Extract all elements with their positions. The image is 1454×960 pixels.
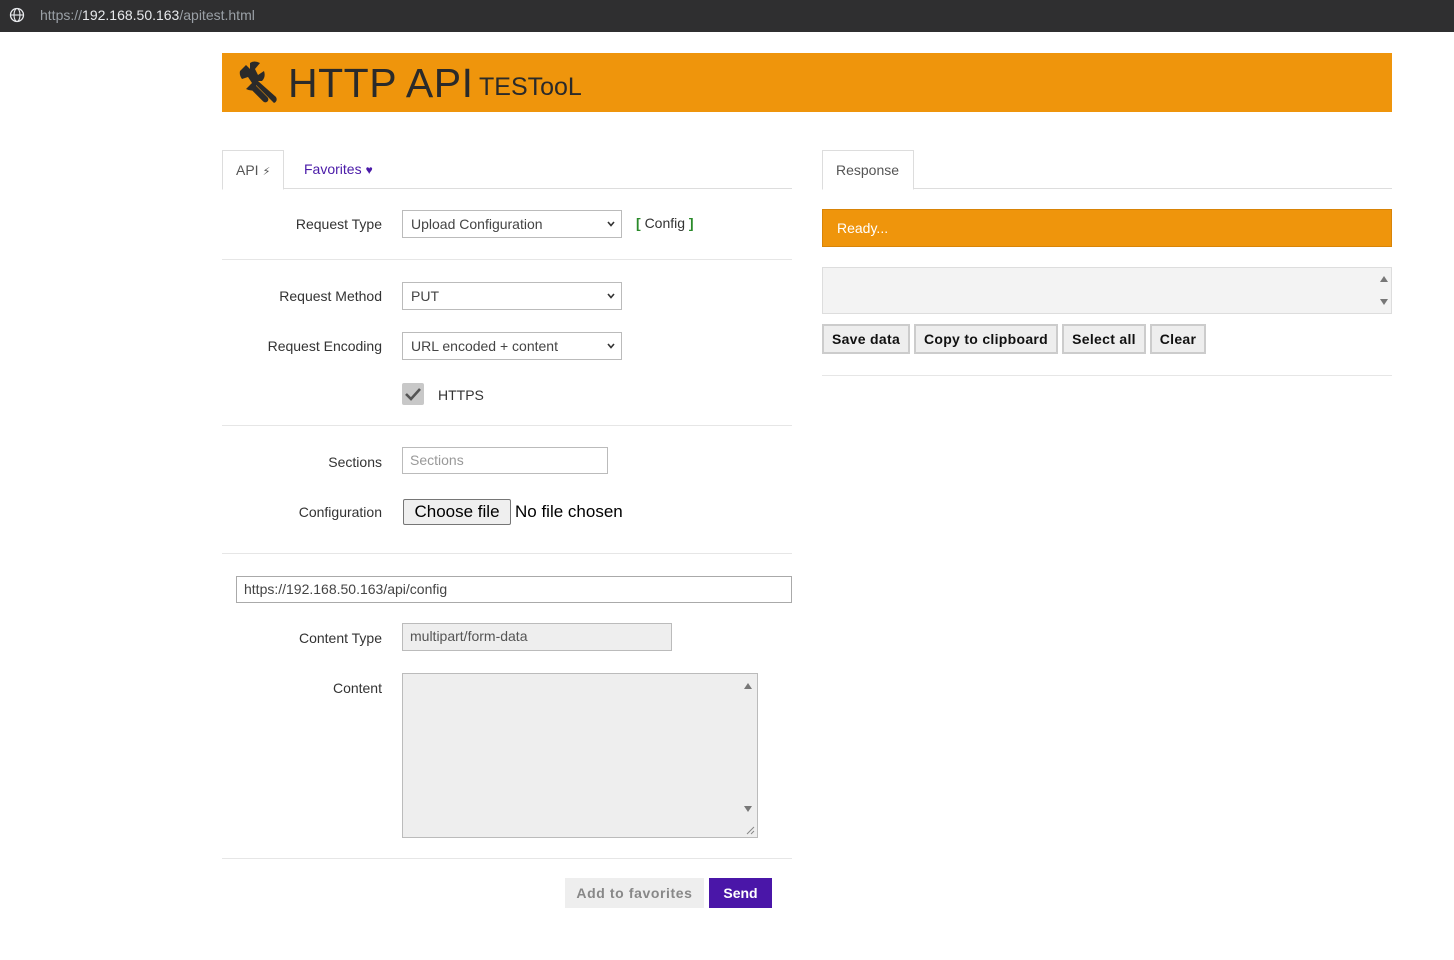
checkmark-icon [405, 388, 421, 401]
request-method-select[interactable]: PUT [402, 282, 622, 310]
request-tabs: API ⚡︎ Favorites ♥ [222, 150, 792, 190]
tab-favorites-label: Favorites [304, 161, 362, 177]
divider [222, 858, 792, 859]
scroll-up-icon[interactable] [743, 682, 753, 690]
tab-api-label: API [236, 162, 259, 178]
request-method-label: Request Method [279, 288, 382, 304]
file-status: No file chosen [515, 502, 623, 521]
header-banner: HTTP API TESTooL [222, 53, 1392, 112]
divider [822, 375, 1392, 376]
response-tabs: Response [822, 150, 1392, 190]
request-type-value: Upload Configuration [411, 216, 543, 232]
clear-button[interactable]: Clear [1150, 324, 1206, 354]
select-all-button[interactable]: Select all [1062, 324, 1146, 354]
chevron-down-icon [607, 221, 615, 227]
config-link[interactable]: [ Config ] [636, 215, 694, 231]
add-to-favorites-button[interactable]: Add to favorites [565, 878, 704, 908]
request-encoding-value: URL encoded + content [411, 338, 558, 354]
content-type-label: Content Type [298, 630, 382, 646]
address-url[interactable]: https://192.168.50.163/apitest.html [40, 7, 255, 23]
choose-file-button[interactable]: Choose file [403, 499, 511, 525]
globe-icon [9, 7, 25, 23]
content-label: Content [332, 680, 382, 696]
tab-api[interactable]: API ⚡︎ [222, 150, 285, 190]
scroll-down-icon[interactable] [1379, 298, 1389, 306]
app-subtitle: TESTooL [479, 73, 582, 101]
sections-label: Sections [328, 454, 382, 470]
send-button[interactable]: Send [709, 878, 772, 908]
divider [222, 259, 792, 260]
bolt-icon: ⚡︎ [262, 166, 271, 178]
chevron-down-icon [607, 343, 615, 349]
browser-address-bar[interactable]: https://192.168.50.163/apitest.html [0, 0, 1454, 32]
request-method-value: PUT [411, 288, 439, 304]
sections-input[interactable]: Sections [402, 447, 608, 474]
configuration-label: Configuration [298, 504, 382, 520]
scroll-down-icon[interactable] [743, 805, 753, 813]
tab-favorites[interactable]: Favorites ♥ [291, 150, 386, 189]
tab-response[interactable]: Response [822, 150, 914, 190]
https-checkbox[interactable] [402, 383, 424, 405]
content-textarea[interactable] [402, 673, 758, 838]
response-status-bar: Ready... [822, 209, 1392, 247]
url-input[interactable]: https://192.168.50.163/api/config [236, 576, 792, 603]
scroll-up-icon[interactable] [1379, 275, 1389, 283]
app-title: HTTP API [288, 60, 474, 106]
https-label: HTTPS [438, 387, 484, 403]
request-encoding-label: Request Encoding [267, 338, 382, 354]
request-encoding-select[interactable]: URL encoded + content [402, 332, 622, 360]
chevron-down-icon [607, 293, 615, 299]
request-type-label: Request Type [295, 216, 382, 232]
resize-handle-icon[interactable] [746, 826, 755, 835]
divider [222, 425, 792, 426]
response-output[interactable] [822, 267, 1392, 314]
divider [222, 553, 792, 554]
heart-icon: ♥ [365, 163, 373, 177]
save-data-button[interactable]: Save data [822, 324, 910, 354]
copy-to-clipboard-button[interactable]: Copy to clipboard [914, 324, 1058, 354]
request-type-select[interactable]: Upload Configuration [402, 210, 622, 238]
wrench-icon [239, 61, 277, 103]
content-type-input[interactable]: multipart/form-data [402, 623, 672, 651]
